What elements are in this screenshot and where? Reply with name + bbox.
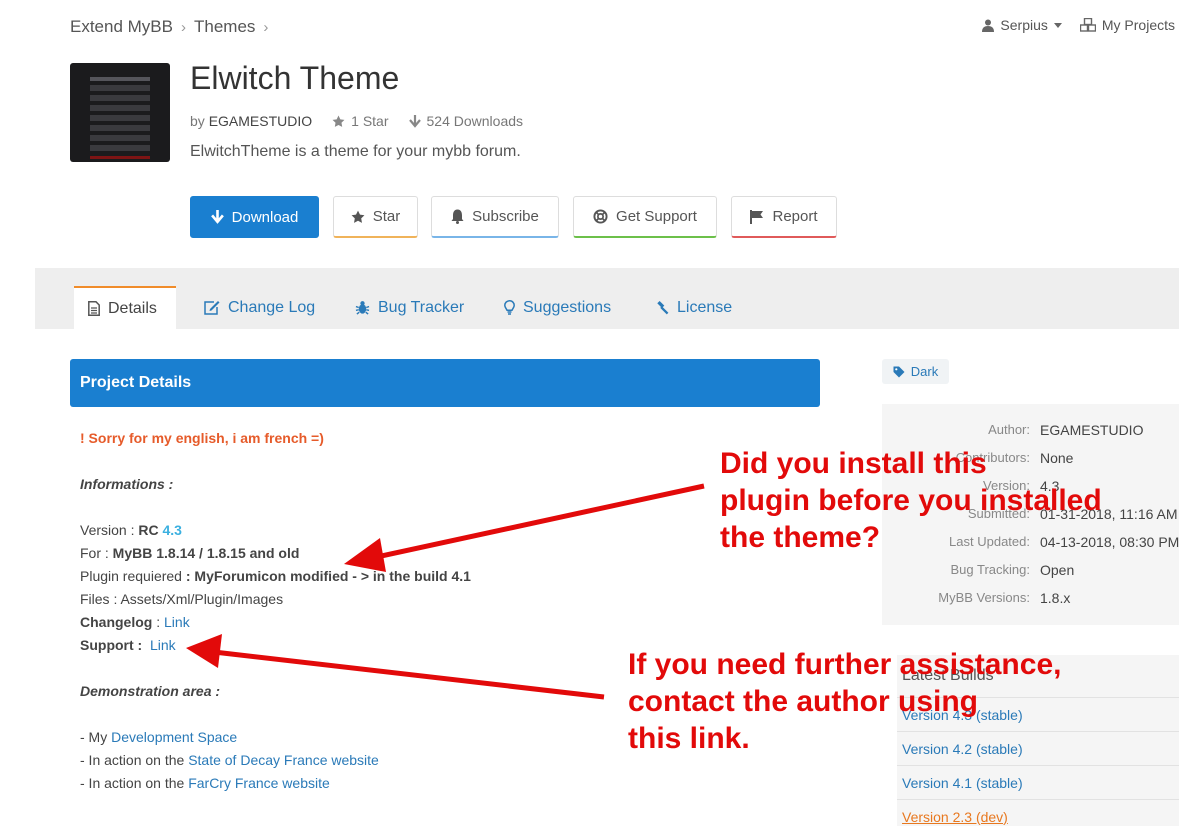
arrowhead-plugin xyxy=(344,538,386,572)
arrow-to-plugin-line xyxy=(371,483,705,561)
annotation-support-note: If you need further assistance, contact … xyxy=(628,648,1062,755)
annotation-plugin-note: Did you install this plugin before you i… xyxy=(720,447,1102,554)
arrow-to-support-link xyxy=(213,649,605,700)
arrowhead-support xyxy=(186,634,222,668)
